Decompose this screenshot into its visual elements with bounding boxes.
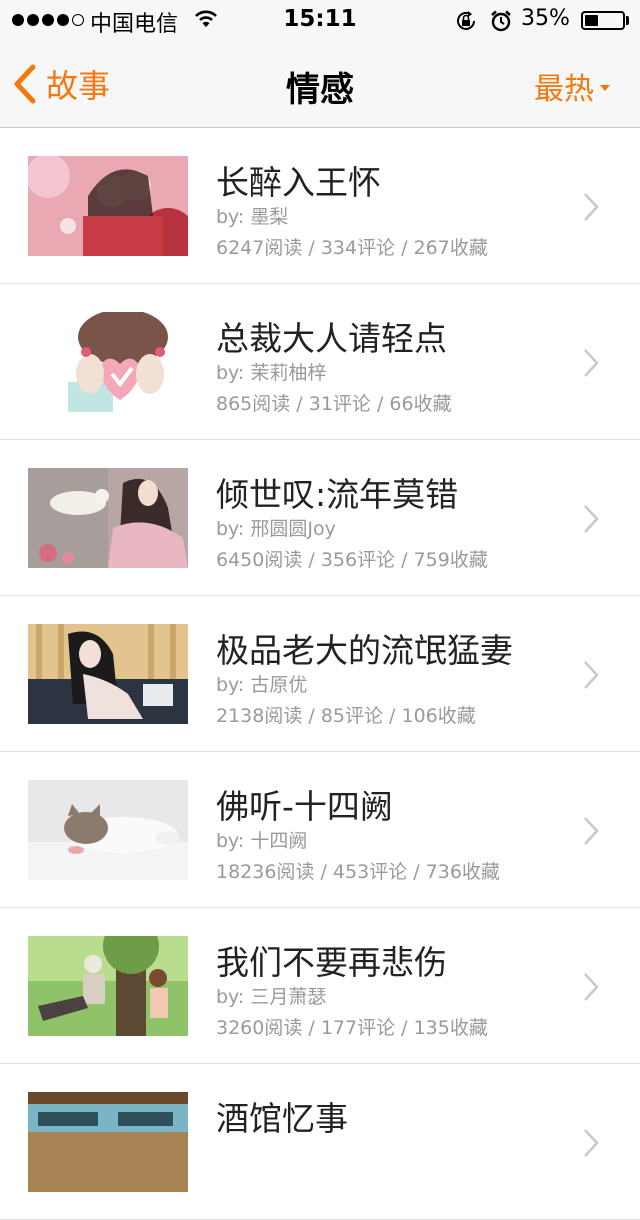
chevron-right-icon — [584, 973, 599, 1001]
alarm-icon — [489, 9, 513, 39]
story-author: by: 墨梨 — [216, 206, 289, 228]
story-row[interactable]: 倾世叹:流年莫错 by: 邢圆圆Joy 6450阅读 / 356评论 / 759… — [0, 440, 640, 596]
status-bar: 中国电信 15:11 35% — [0, 0, 640, 40]
story-row[interactable]: 总裁大人请轻点 by: 茉莉柚梓 865阅读 / 31评论 / 66收藏 — [0, 284, 640, 440]
story-stats: 865阅读 / 31评论 / 66收藏 — [216, 393, 452, 415]
story-row[interactable]: 我们不要再悲伤 by: 三月萧瑟 3260阅读 / 177评论 / 135收藏 — [0, 908, 640, 1064]
battery-level-fill — [585, 15, 598, 26]
story-author: by: 茉莉柚梓 — [216, 362, 327, 384]
story-row[interactable]: 长醉入王怀 by: 墨梨 6247阅读 / 334评论 / 267收藏 — [0, 128, 640, 284]
story-stats: 3260阅读 / 177评论 / 135收藏 — [216, 1017, 488, 1039]
story-stats: 6247阅读 / 334评论 / 267收藏 — [216, 237, 488, 259]
chevron-right-icon — [584, 661, 599, 689]
story-thumbnail — [28, 312, 188, 412]
story-thumbnail — [28, 468, 188, 568]
chevron-right-icon — [584, 193, 599, 221]
story-title: 酒馆忆事 — [216, 1099, 348, 1138]
story-stats: 2138阅读 / 85评论 / 106收藏 — [216, 705, 476, 727]
caret-down-icon — [600, 85, 610, 91]
navigation-bar: 故事 情感 最热 — [0, 40, 640, 128]
battery-tip — [626, 16, 629, 25]
chevron-right-icon — [584, 505, 599, 533]
story-author: by: 邢圆圆Joy — [216, 518, 336, 540]
story-row[interactable]: 佛听-十四阙 by: 十四阙 18236阅读 / 453评论 / 736收藏 — [0, 752, 640, 908]
story-thumbnail — [28, 1092, 188, 1192]
story-title: 极品老大的流氓猛妻 — [216, 631, 513, 670]
story-row[interactable]: 酒馆忆事 — [0, 1064, 640, 1220]
sort-dropdown[interactable]: 最热 — [534, 64, 610, 108]
story-title: 我们不要再悲伤 — [216, 943, 447, 982]
story-thumbnail — [28, 156, 188, 256]
story-title: 佛听-十四阙 — [216, 787, 393, 826]
story-list: 长醉入王怀 by: 墨梨 6247阅读 / 334评论 / 267收藏 总裁大人… — [0, 128, 640, 1220]
battery-percent: 35% — [521, 6, 570, 31]
story-thumbnail — [28, 936, 188, 1036]
sort-label: 最热 — [534, 72, 594, 107]
story-author: by: 古原优 — [216, 674, 308, 696]
story-author: by: 十四阙 — [216, 830, 308, 852]
chevron-right-icon — [584, 349, 599, 377]
battery-icon — [581, 11, 625, 30]
rotation-lock-icon — [454, 9, 478, 39]
story-thumbnail — [28, 780, 188, 880]
story-author: by: 三月萧瑟 — [216, 986, 327, 1008]
story-title: 总裁大人请轻点 — [216, 319, 447, 358]
chevron-right-icon — [584, 1129, 599, 1157]
story-row[interactable]: 极品老大的流氓猛妻 by: 古原优 2138阅读 / 85评论 / 106收藏 — [0, 596, 640, 752]
chevron-right-icon — [584, 817, 599, 845]
story-stats: 6450阅读 / 356评论 / 759收藏 — [216, 549, 488, 571]
story-thumbnail — [28, 624, 188, 724]
story-title: 长醉入王怀 — [216, 163, 381, 202]
story-title: 倾世叹:流年莫错 — [216, 475, 459, 514]
story-stats: 18236阅读 / 453评论 / 736收藏 — [216, 861, 500, 883]
